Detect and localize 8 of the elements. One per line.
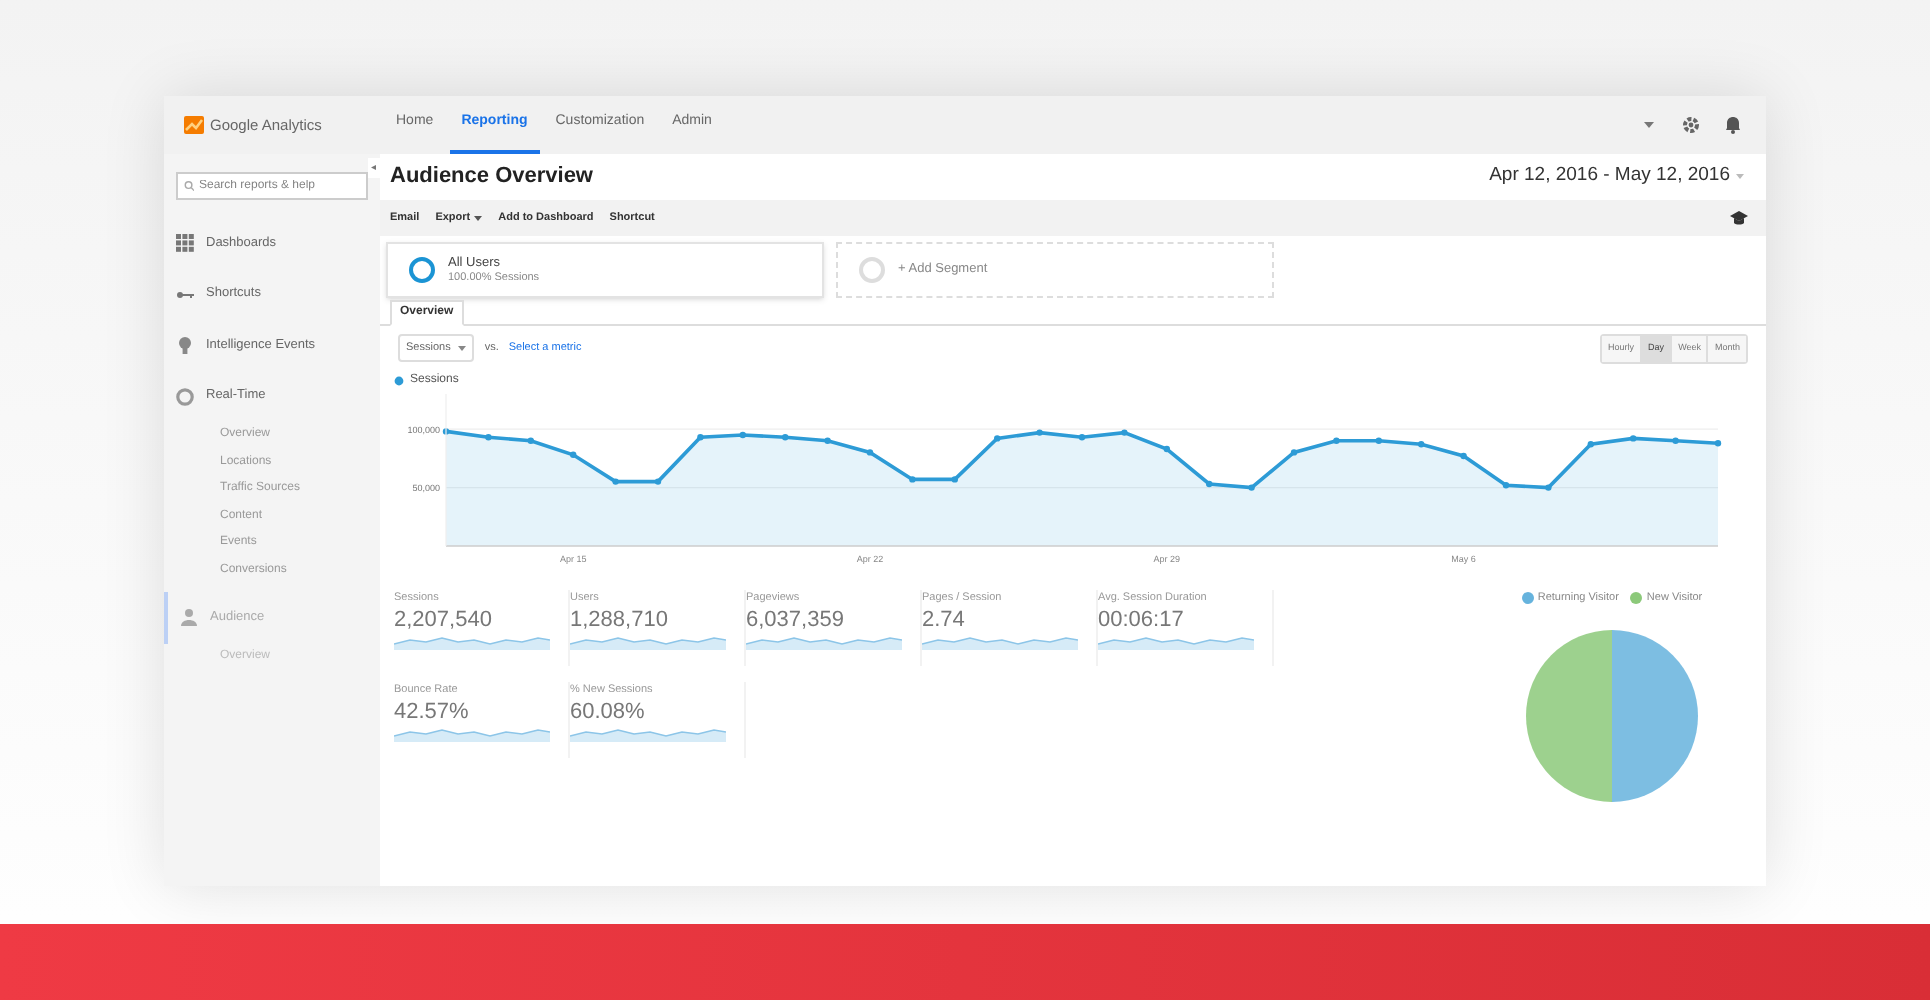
metric-value: 1,288,710	[570, 606, 670, 635]
metric-value: 00:06:17	[1098, 606, 1186, 635]
metric-value: 2.74	[922, 606, 967, 635]
metric-value: 42.57%	[394, 698, 471, 727]
report-title: Audience Overview	[390, 162, 593, 193]
metric-value: 60.08%	[570, 698, 647, 727]
metric-value: 6,037,359	[746, 606, 846, 635]
metric-value: 2,207,540	[394, 606, 494, 635]
